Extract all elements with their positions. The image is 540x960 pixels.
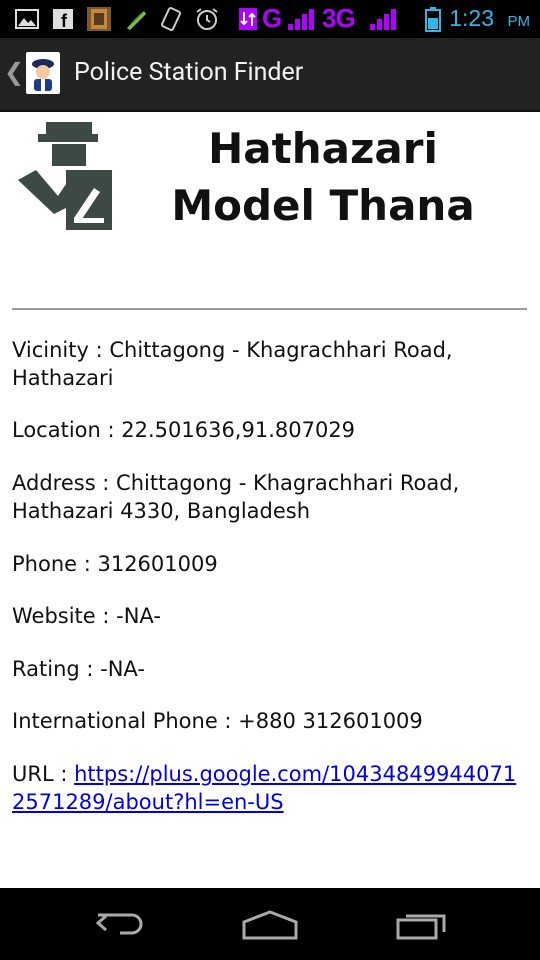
station-name-heading: Hathazari Model Thana bbox=[171, 124, 475, 230]
leaf-icon bbox=[127, 11, 146, 30]
address-text: Address : Chittagong - Khagrachhari Road… bbox=[12, 471, 460, 523]
app-logo-icon[interactable] bbox=[26, 52, 60, 94]
international-phone-text: International Phone : +880 312601009 bbox=[12, 709, 423, 733]
action-bar: ❮ Police Station Finder bbox=[0, 38, 540, 112]
photo-thumbnail-icon bbox=[87, 7, 111, 31]
alarm-icon bbox=[196, 8, 218, 30]
network-type-label: G bbox=[262, 3, 282, 33]
police-officer-icon bbox=[18, 122, 112, 230]
url-row: URL : https://plus.google.com/1043484994… bbox=[12, 760, 527, 816]
vibrate-icon bbox=[160, 7, 182, 31]
data-transfer-icon bbox=[239, 8, 257, 30]
gallery-icon bbox=[15, 9, 39, 29]
app-title: Police Station Finder bbox=[74, 58, 304, 87]
location-text: Location : 22.501636,91.807029 bbox=[12, 418, 356, 442]
signal-icon bbox=[288, 9, 314, 30]
navigation-bar bbox=[0, 888, 540, 960]
signal-icon-2 bbox=[370, 9, 396, 30]
home-icon[interactable] bbox=[240, 908, 300, 940]
clock-time: 1:23 bbox=[449, 5, 494, 31]
url-link[interactable]: https://plus.google.com/1043484994407125… bbox=[12, 762, 516, 814]
recent-apps-icon[interactable] bbox=[394, 908, 450, 940]
up-chevron-icon[interactable]: ❮ bbox=[4, 58, 24, 86]
network-type-label-2: 3G bbox=[322, 3, 356, 33]
clock-ampm: PM bbox=[507, 13, 531, 30]
rating-text: Rating : -NA- bbox=[12, 657, 145, 681]
svg-text:f: f bbox=[61, 11, 68, 31]
back-icon[interactable] bbox=[92, 908, 148, 940]
url-label: URL : bbox=[12, 762, 75, 786]
website-text: Website : -NA- bbox=[12, 604, 161, 628]
divider bbox=[12, 308, 527, 310]
phone-text: Phone : 312601009 bbox=[12, 552, 218, 576]
facebook-icon: f bbox=[53, 9, 73, 31]
vicinity-text: Vicinity : Chittagong - Khagrachhari Roa… bbox=[12, 338, 453, 390]
battery-icon bbox=[425, 7, 441, 32]
status-bar: f G 3G 1:23 PM bbox=[0, 0, 540, 38]
